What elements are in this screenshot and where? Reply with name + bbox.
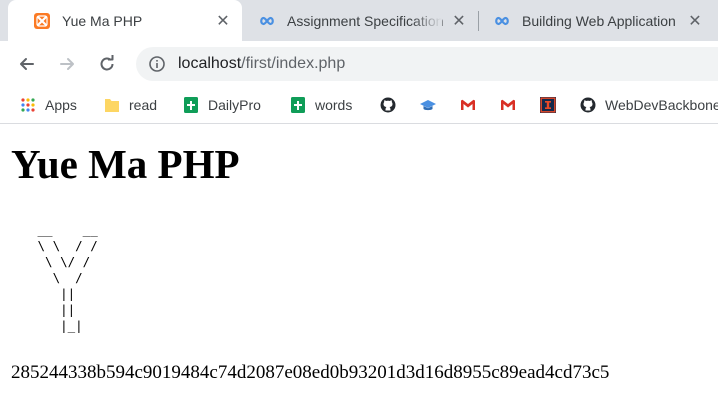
browser-toolbar: localhost/first/index.php bbox=[0, 41, 718, 87]
bookmark-education[interactable] bbox=[420, 95, 436, 115]
forward-button[interactable] bbox=[53, 50, 81, 78]
bookmark-gmail-2[interactable] bbox=[500, 95, 516, 115]
bookmarks-bar: Apps read DailyPro words WebDevBackbone bbox=[0, 87, 718, 124]
bookmark-read[interactable]: read bbox=[104, 95, 157, 115]
bookmark-label: WebDevBackbone bbox=[605, 97, 718, 113]
xampp-icon bbox=[34, 12, 50, 29]
url-text[interactable]: localhost/first/index.php bbox=[178, 55, 345, 73]
bookmark-apps[interactable]: Apps bbox=[20, 95, 77, 115]
arrow-left-icon bbox=[20, 58, 34, 70]
tab-assignment-specification[interactable]: Assignment Specification ✕ bbox=[242, 0, 478, 41]
bookmark-label: Apps bbox=[45, 97, 77, 113]
apps-grid-icon bbox=[21, 98, 35, 112]
bookmark-dailypro[interactable]: DailyPro bbox=[183, 95, 261, 115]
infinity-icon bbox=[495, 16, 509, 25]
ascii-art-y: __ __ \ \ / / \ \/ / \ / || || |_| bbox=[37, 222, 98, 333]
bookmark-gmail-1[interactable] bbox=[460, 95, 476, 115]
tab-building-web-applications[interactable]: Building Web Application ✕ bbox=[478, 0, 718, 41]
bookmark-label: words bbox=[315, 97, 353, 113]
graduation-cap-icon bbox=[420, 100, 436, 111]
bookmark-label: read bbox=[129, 97, 158, 113]
github-icon bbox=[380, 97, 396, 113]
google-sheets-icon bbox=[291, 97, 305, 113]
illinois-icon bbox=[540, 97, 556, 113]
reload-button[interactable] bbox=[93, 50, 121, 78]
hash-output: 285244338b594c9019484c74d2087e08ed0b9320… bbox=[11, 362, 610, 383]
github-icon bbox=[580, 97, 596, 113]
arrow-right-icon bbox=[60, 58, 74, 70]
close-tab-icon[interactable]: ✕ bbox=[214, 11, 232, 30]
folder-icon bbox=[105, 99, 119, 112]
bookmark-illinois[interactable] bbox=[540, 95, 556, 115]
page-title: Yue Ma PHP bbox=[11, 141, 240, 187]
bookmark-label: DailyPro bbox=[208, 97, 261, 113]
tab-strip: Yue Ma PHP ✕ Assignment Specification ✕ … bbox=[0, 0, 718, 41]
close-tab-icon[interactable]: ✕ bbox=[686, 11, 704, 30]
bookmark-words[interactable]: words bbox=[290, 95, 352, 115]
page-content: Yue Ma PHP __ __ \ \ / / \ \/ / \ / || |… bbox=[0, 124, 718, 404]
gmail-icon bbox=[501, 99, 515, 110]
info-icon[interactable] bbox=[148, 55, 166, 73]
infinity-icon bbox=[260, 16, 274, 25]
tab-title: Yue Ma PHP bbox=[62, 12, 143, 29]
gmail-icon bbox=[461, 99, 475, 110]
tab-yue-ma-php[interactable]: Yue Ma PHP ✕ bbox=[8, 0, 242, 41]
google-sheets-icon bbox=[184, 97, 198, 113]
tab-title: Building Web Application bbox=[522, 12, 676, 29]
bookmark-github[interactable] bbox=[380, 95, 396, 115]
address-bar[interactable]: localhost/first/index.php bbox=[136, 47, 718, 81]
reload-icon bbox=[100, 55, 114, 71]
close-tab-icon[interactable]: ✕ bbox=[450, 11, 468, 30]
back-button[interactable] bbox=[13, 50, 41, 78]
bookmark-webdevbackbone[interactable]: WebDevBackbone bbox=[580, 95, 718, 115]
